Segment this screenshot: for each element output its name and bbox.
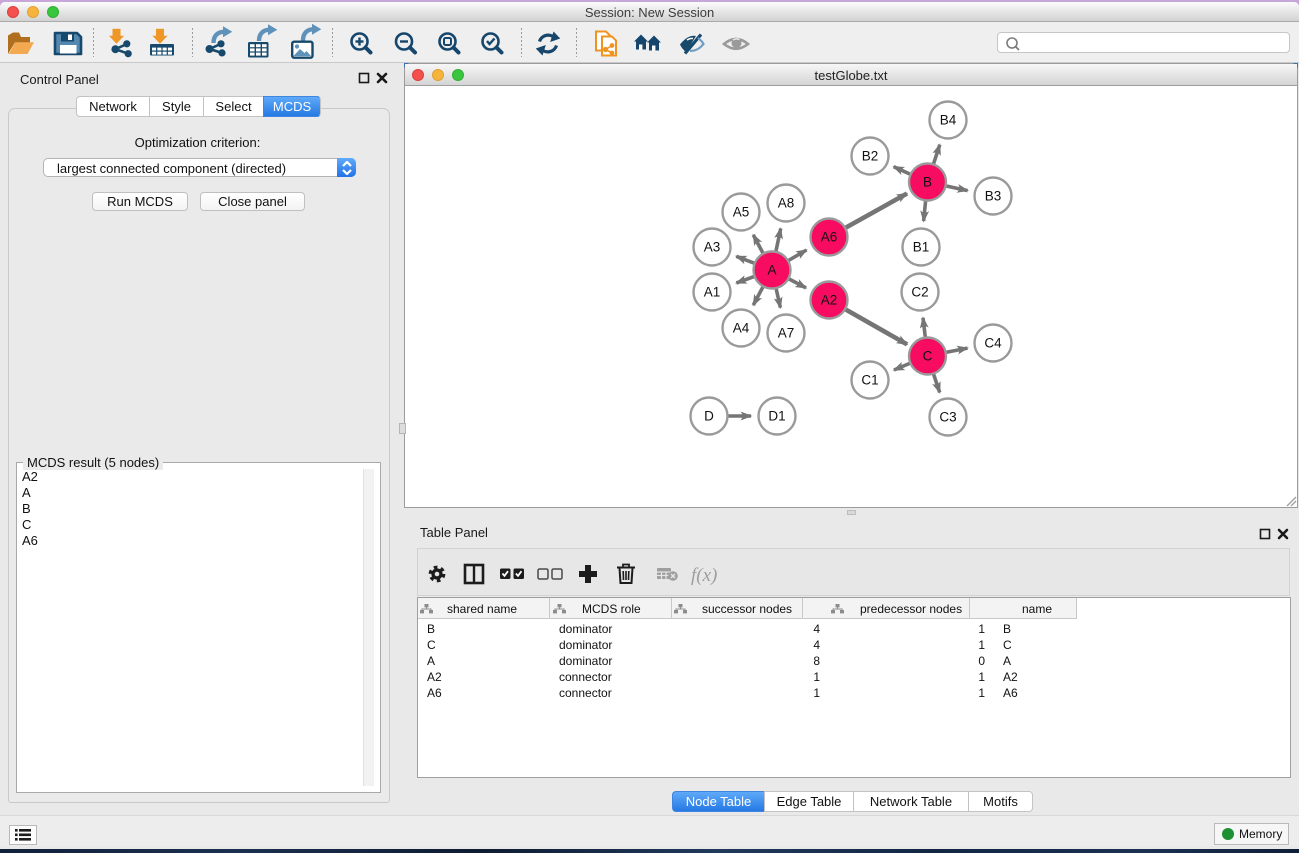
svg-text:D: D — [704, 409, 714, 424]
svg-text:C1: C1 — [861, 373, 878, 388]
svg-text:successor nodes: successor nodes — [702, 602, 792, 616]
svg-text:f(x): f(x) — [691, 565, 717, 586]
svg-text:C3: C3 — [939, 410, 956, 425]
svg-text:A6: A6 — [427, 686, 442, 700]
svg-text:dominator: dominator — [559, 622, 612, 636]
svg-text:dominator: dominator — [559, 638, 612, 652]
svg-text:B2: B2 — [862, 149, 879, 164]
svg-text:4: 4 — [813, 622, 820, 636]
svg-text:C: C — [923, 349, 933, 364]
svg-text:C: C — [427, 638, 436, 652]
svg-text:1: 1 — [813, 686, 820, 700]
svg-text:C4: C4 — [984, 336, 1002, 351]
svg-text:1: 1 — [978, 686, 985, 700]
svg-text:C: C — [1003, 638, 1012, 652]
svg-text:A2: A2 — [427, 670, 442, 684]
svg-text:A8: A8 — [778, 196, 795, 211]
svg-text:A7: A7 — [778, 326, 795, 341]
svg-text:B1: B1 — [913, 240, 930, 255]
svg-text:B: B — [923, 175, 932, 190]
svg-text:Memory: Memory — [1239, 827, 1282, 841]
svg-text:A: A — [767, 263, 776, 278]
svg-text:A1: A1 — [704, 285, 721, 300]
svg-text:D1: D1 — [768, 409, 785, 424]
svg-text:1: 1 — [978, 638, 985, 652]
svg-text:1: 1 — [813, 670, 820, 684]
svg-text:A: A — [427, 654, 435, 668]
svg-text:predecessor nodes: predecessor nodes — [860, 602, 962, 616]
svg-text:B: B — [427, 622, 435, 636]
svg-text:A5: A5 — [733, 205, 750, 220]
svg-text:4: 4 — [813, 638, 820, 652]
svg-text:B3: B3 — [985, 189, 1002, 204]
svg-text:1: 1 — [978, 622, 985, 636]
svg-text:A4: A4 — [733, 321, 750, 336]
svg-text:A2: A2 — [821, 293, 838, 308]
svg-text:B: B — [1003, 622, 1011, 636]
svg-text:1: 1 — [978, 670, 985, 684]
svg-text:C2: C2 — [911, 285, 928, 300]
svg-text:8: 8 — [813, 654, 820, 668]
svg-text:0: 0 — [978, 654, 985, 668]
svg-text:name: name — [1022, 602, 1052, 616]
svg-text:A6: A6 — [1003, 686, 1018, 700]
svg-text:A2: A2 — [1003, 670, 1018, 684]
svg-text:shared name: shared name — [447, 602, 517, 616]
svg-text:MCDS role: MCDS role — [582, 602, 641, 616]
svg-text:connector: connector — [559, 670, 612, 684]
svg-text:A3: A3 — [704, 240, 721, 255]
svg-text:A: A — [1003, 654, 1011, 668]
svg-text:A6: A6 — [821, 230, 838, 245]
svg-text:B4: B4 — [940, 113, 957, 128]
svg-text:connector: connector — [559, 686, 612, 700]
svg-text:dominator: dominator — [559, 654, 612, 668]
